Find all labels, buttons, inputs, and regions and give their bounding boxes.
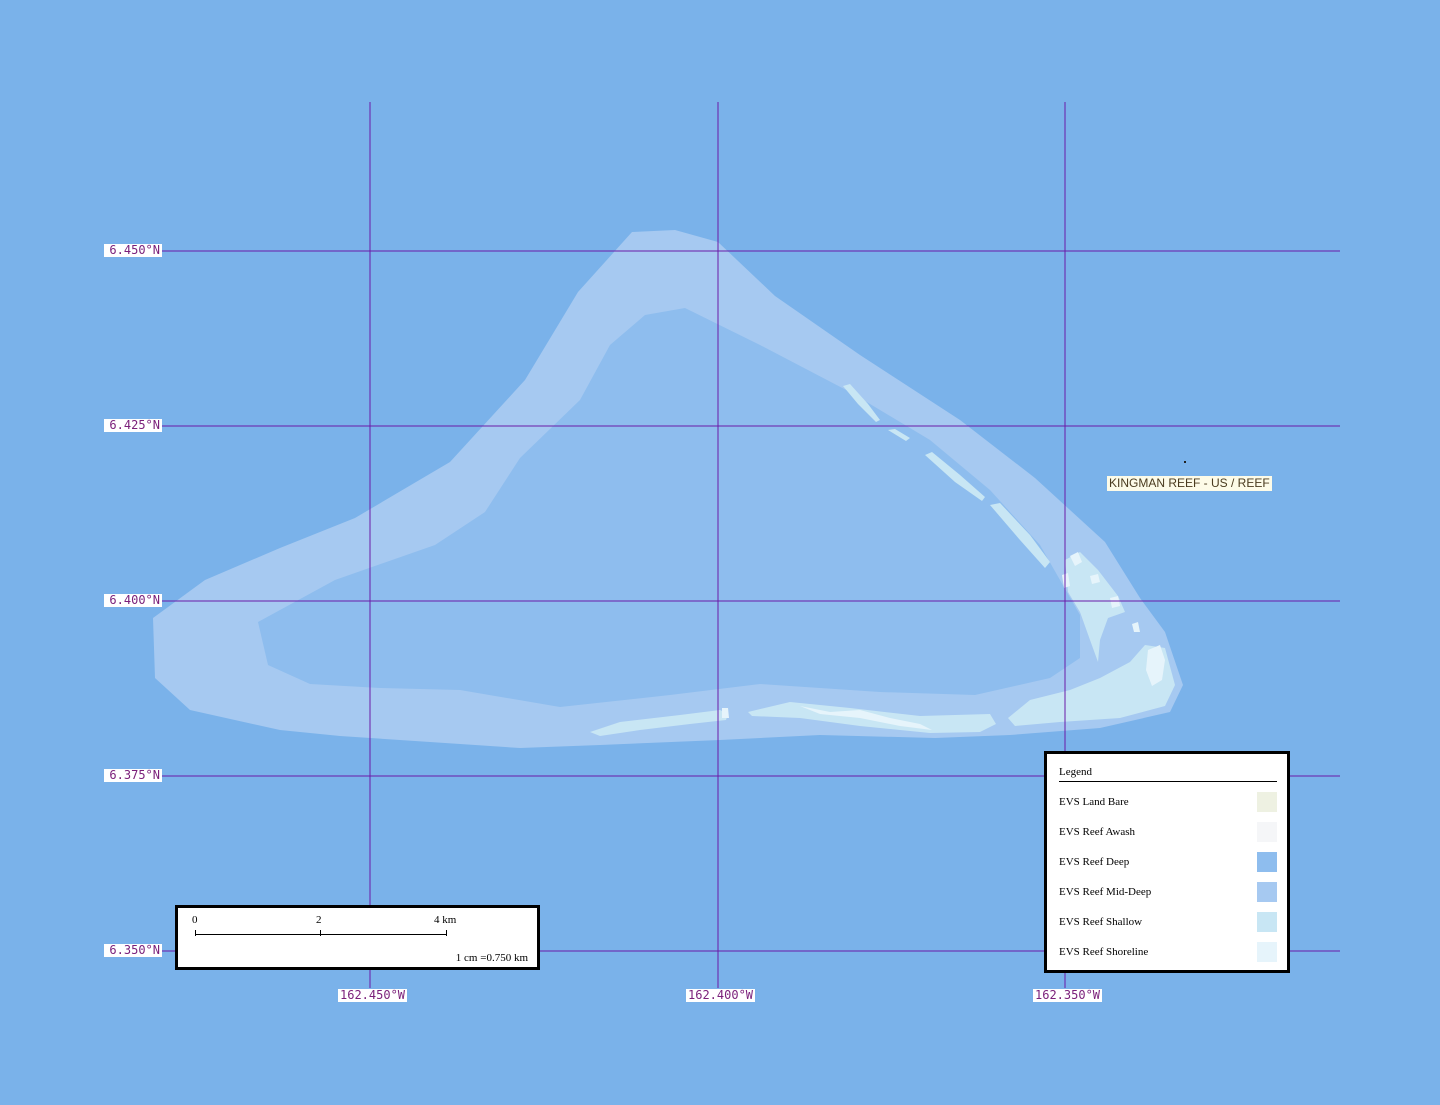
legend-item-label: EVS Reef Shoreline bbox=[1059, 946, 1149, 958]
legend-swatch bbox=[1257, 882, 1277, 902]
legend-swatch bbox=[1257, 822, 1277, 842]
legend-swatch bbox=[1257, 942, 1277, 962]
scale-tick-mark bbox=[446, 930, 447, 936]
legend-panel: Legend EVS Land Bare EVS Reef Awash EVS Re… bbox=[1044, 751, 1290, 973]
scale-bar-panel: 0 2 4 km 1 cm =0.750 km bbox=[175, 905, 540, 970]
place-marker bbox=[1184, 461, 1186, 463]
legend-item: EVS Reef Mid-Deep bbox=[1059, 882, 1277, 902]
legend-swatch bbox=[1257, 912, 1277, 932]
latitude-label: 6.400°N bbox=[104, 594, 162, 607]
legend-item: EVS Reef Shoreline bbox=[1059, 942, 1277, 962]
scale-bar-line bbox=[195, 934, 447, 935]
legend-item-label: EVS Land Bare bbox=[1059, 796, 1129, 808]
legend-swatch bbox=[1257, 852, 1277, 872]
legend-divider bbox=[1059, 781, 1277, 782]
legend-item: EVS Reef Shallow bbox=[1059, 912, 1277, 932]
legend-item-label: EVS Reef Awash bbox=[1059, 826, 1135, 838]
longitude-label: 162.400°W bbox=[686, 988, 756, 1002]
scale-tick-label-0: 0 bbox=[192, 914, 198, 926]
legend-item: EVS Reef Awash bbox=[1059, 822, 1277, 842]
legend-title: Legend bbox=[1059, 766, 1092, 778]
latitude-label: 6.375°N bbox=[104, 769, 162, 782]
scale-tick-label-2: 2 bbox=[316, 914, 322, 926]
legend-item-label: EVS Reef Mid-Deep bbox=[1059, 886, 1152, 898]
legend-swatch bbox=[1257, 792, 1277, 812]
scale-tick-label-4: 4 km bbox=[434, 914, 457, 926]
scale-ratio-text: 1 cm =0.750 km bbox=[455, 952, 528, 964]
legend-item-label: EVS Reef Shallow bbox=[1059, 916, 1143, 928]
longitude-label: 162.450°W bbox=[338, 988, 408, 1002]
scale-tick-mark bbox=[195, 930, 196, 936]
latitude-label: 6.425°N bbox=[104, 419, 162, 432]
legend-item-label: EVS Reef Deep bbox=[1059, 856, 1130, 868]
scale-tick-mark bbox=[320, 930, 321, 936]
legend-item: EVS Reef Deep bbox=[1059, 852, 1277, 872]
latitude-label: 6.450°N bbox=[104, 244, 162, 257]
legend-item: EVS Land Bare bbox=[1059, 792, 1277, 812]
longitude-label: 162.350°W bbox=[1033, 988, 1103, 1002]
latitude-label: 6.350°N bbox=[104, 944, 162, 957]
place-label-kingman-reef[interactable]: KINGMAN REEF - US / REEF bbox=[1107, 476, 1272, 491]
